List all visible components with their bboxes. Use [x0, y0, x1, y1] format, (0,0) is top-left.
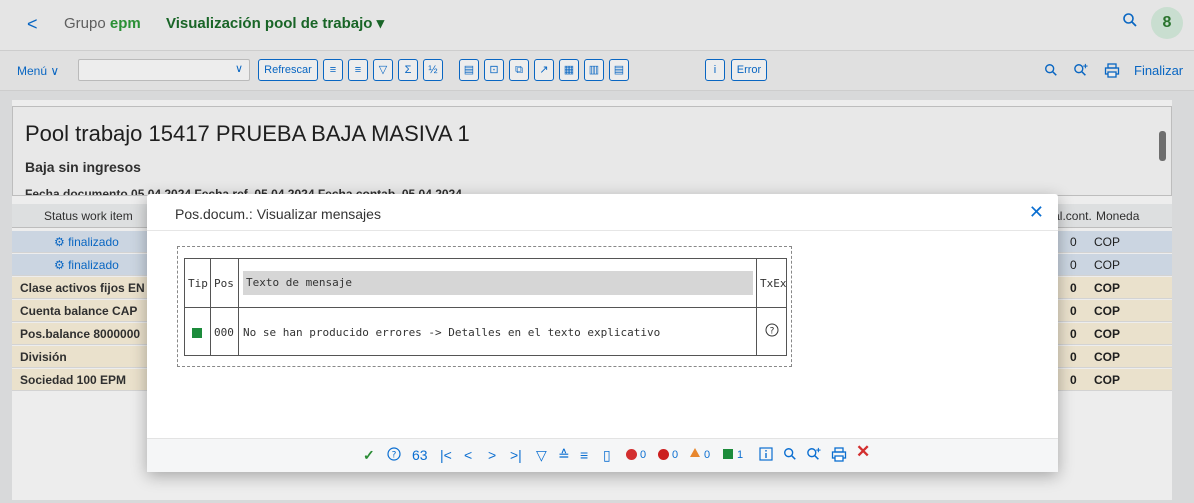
confirm-check-icon[interactable]: ✓ [363, 447, 375, 463]
message-pos: 000 [214, 326, 234, 339]
svg-text:?: ? [392, 451, 397, 461]
help-icon[interactable]: ? [387, 447, 401, 464]
cancel-icon[interactable]: ✕ [856, 443, 870, 460]
divider [147, 230, 1058, 231]
sort-descending-icon[interactable]: ≡ [580, 447, 588, 463]
copy-icon[interactable]: ▯ [603, 447, 611, 463]
col-tip-sep [185, 259, 211, 355]
warning-icon[interactable] [690, 448, 700, 457]
warning-count: 0 [704, 449, 711, 461]
col-tip[interactable]: Tip [188, 277, 208, 290]
search-next-icon[interactable] [806, 447, 822, 464]
message-grid: Tip Pos Texto de mensaje TxEx 000 No se … [184, 258, 787, 356]
find-binoculars-icon[interactable]: 63 [412, 447, 428, 463]
error-icon[interactable] [658, 449, 669, 460]
col-pos-sep [211, 259, 239, 355]
print-icon[interactable] [831, 447, 847, 465]
search-icon[interactable] [783, 447, 797, 464]
stop-icon[interactable] [626, 449, 637, 460]
last-page-icon[interactable]: >| [510, 447, 522, 463]
previous-icon[interactable]: < [464, 447, 472, 463]
first-page-icon[interactable]: |< [440, 447, 452, 463]
col-txex[interactable]: TxEx [760, 277, 787, 290]
filter-icon[interactable]: ▽ [536, 447, 547, 463]
success-count: 1 [737, 449, 744, 461]
stop-count: 0 [640, 449, 647, 461]
message-text: No se han producido errores -> Detalles … [243, 326, 661, 339]
error-count: 0 [672, 449, 679, 461]
col-pos[interactable]: Pos [214, 277, 234, 290]
next-icon[interactable]: > [488, 447, 496, 463]
message-grid-frame: Tip Pos Texto de mensaje TxEx 000 No se … [177, 246, 792, 367]
messages-dialog: Pos.docum.: Visualizar mensajes ✕ Tip Po… [147, 194, 1058, 472]
dialog-title: Pos.docum.: Visualizar mensajes [175, 206, 381, 222]
col-text[interactable]: Texto de mensaje [243, 271, 753, 295]
success-status-icon [192, 328, 202, 338]
info-icon[interactable] [759, 447, 773, 464]
success-icon[interactable] [723, 449, 733, 459]
svg-text:?: ? [770, 327, 775, 337]
sort-ascending-icon[interactable]: ≙ [558, 447, 570, 463]
close-icon[interactable]: ✕ [1029, 202, 1044, 223]
help-icon[interactable]: ? [765, 323, 779, 340]
dialog-footer: ✓ ? 63 |< < > >| ▽ ≙ ≡ ▯ 0 0 0 1 ✕ [147, 438, 1058, 472]
